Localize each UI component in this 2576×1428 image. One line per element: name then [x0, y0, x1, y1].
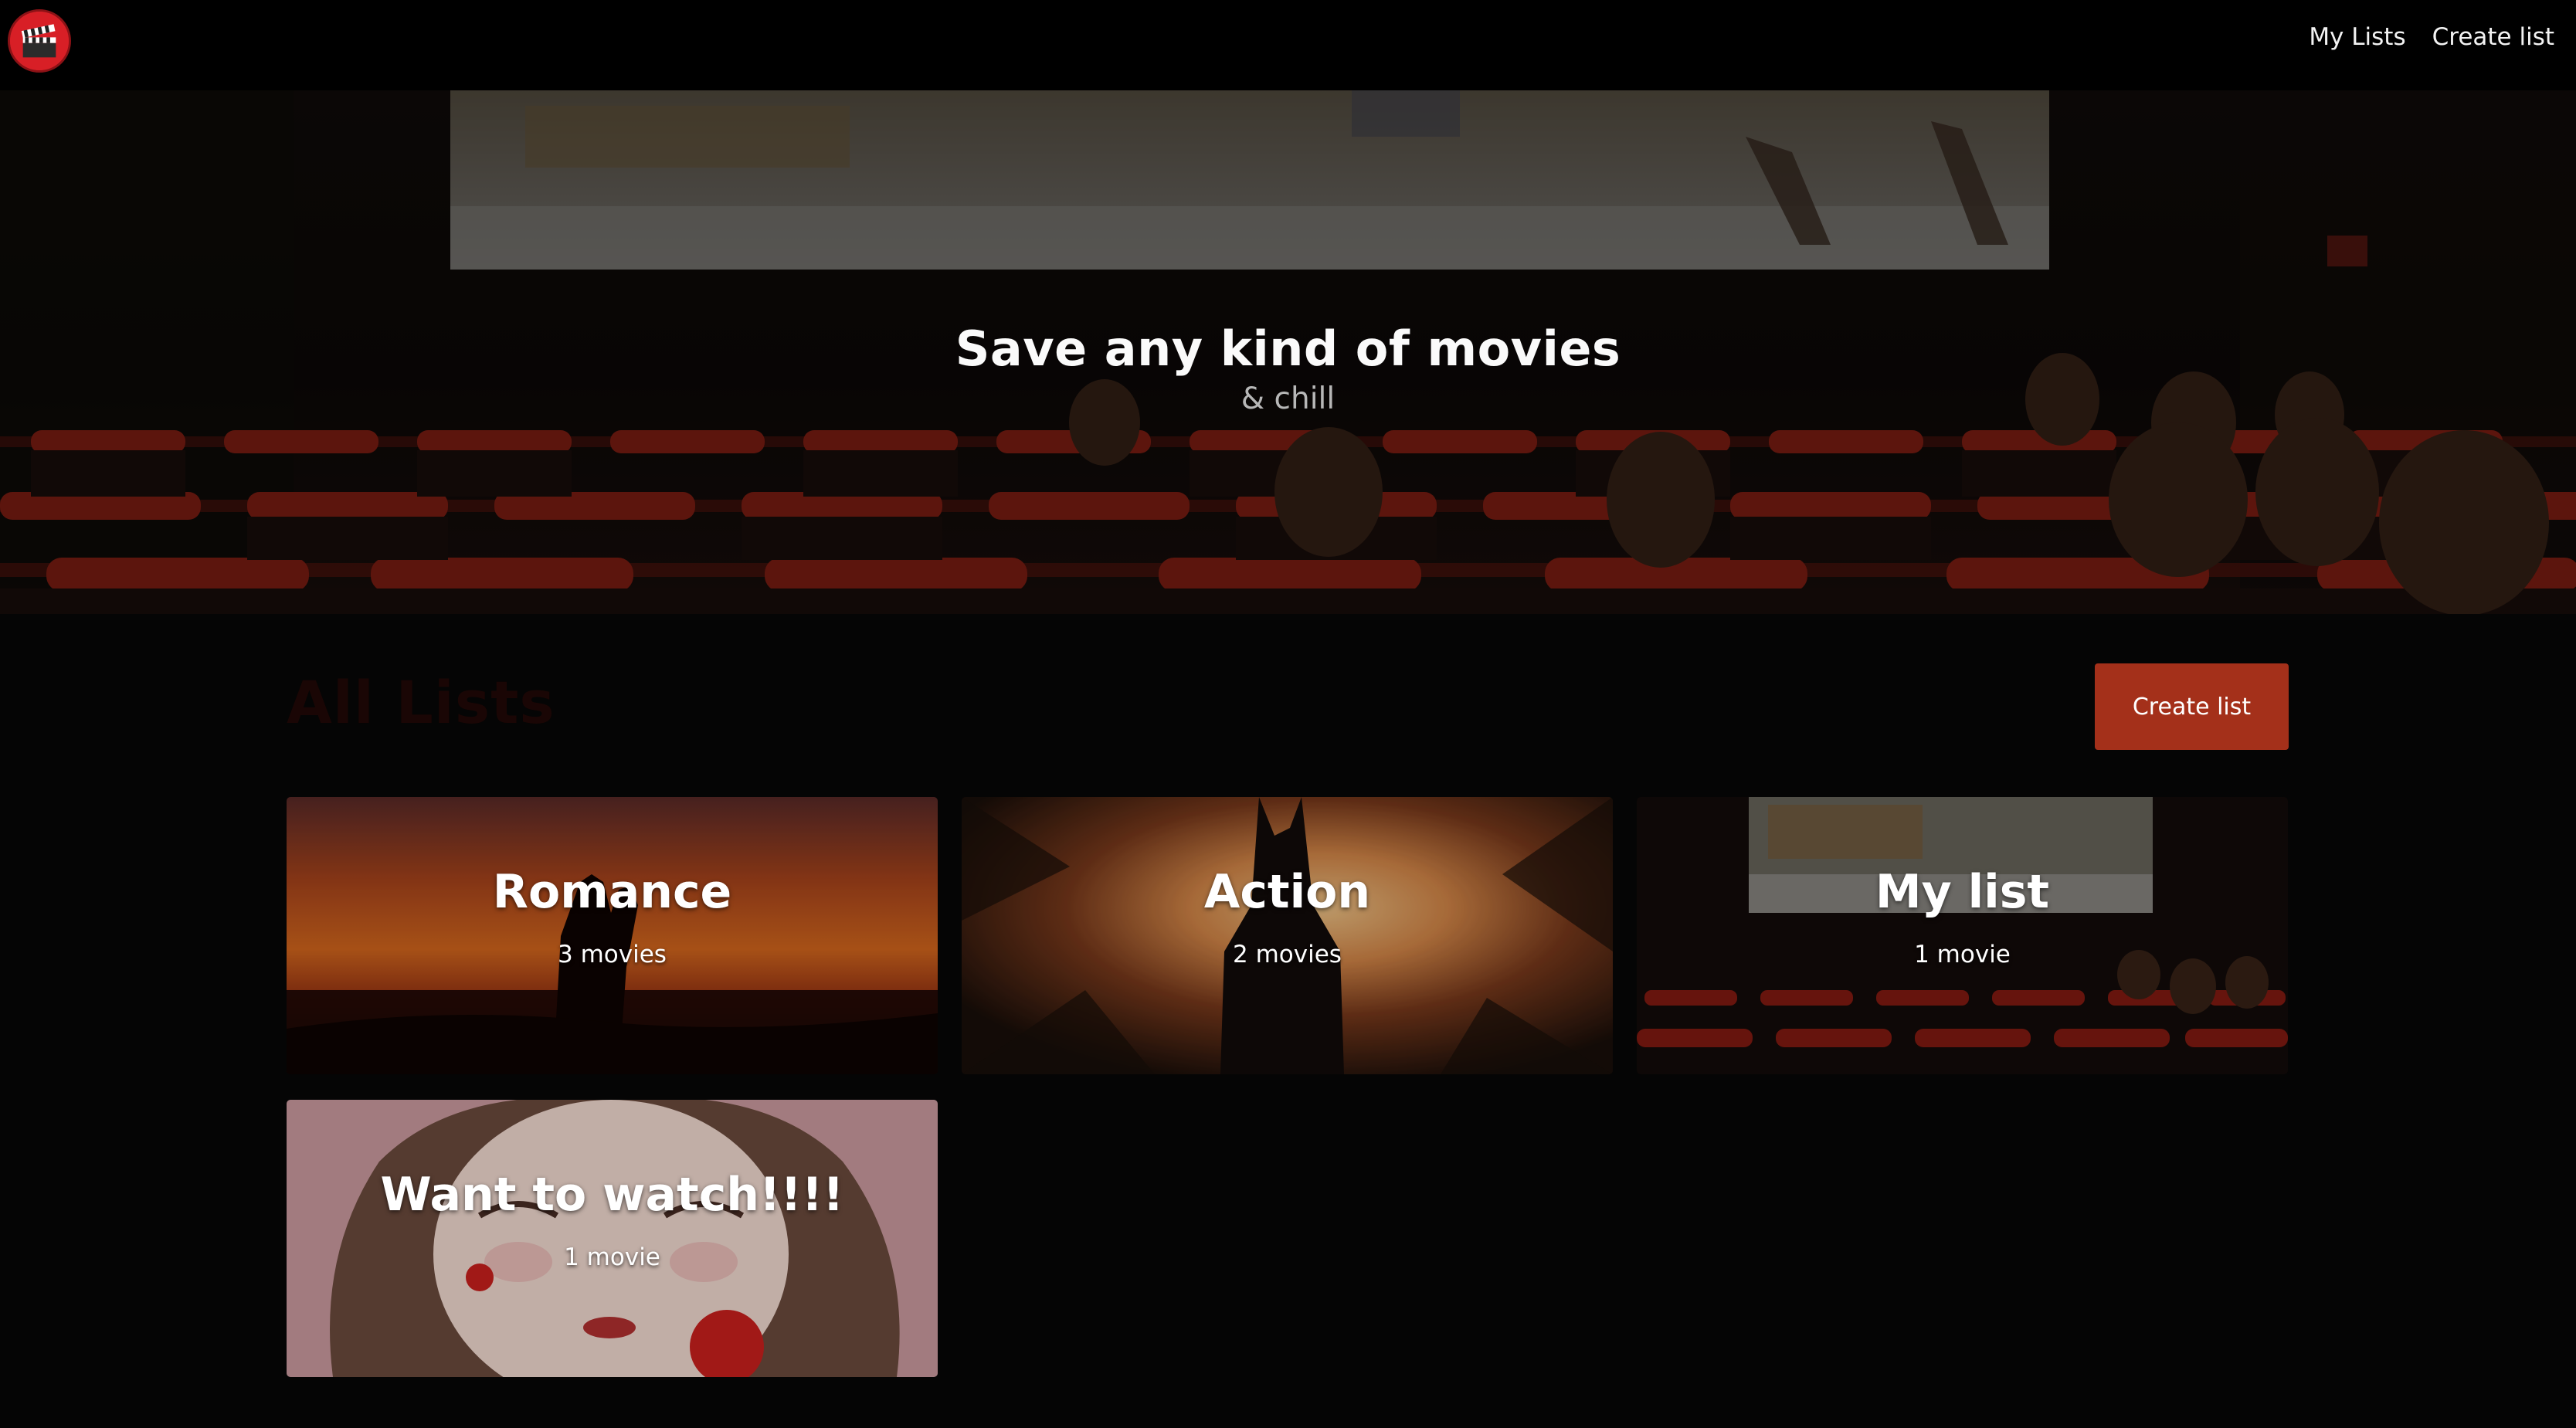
- list-card-title: Want to watch!!!!: [380, 1168, 844, 1222]
- section-title: All Lists: [287, 668, 555, 737]
- hero-text: Save any kind of movies & chill: [0, 321, 2576, 416]
- nav-my-lists-link[interactable]: My Lists: [2309, 23, 2405, 51]
- list-card-count: 2 movies: [1233, 941, 1342, 968]
- navbar: My Lists Create list: [0, 0, 2576, 90]
- list-card-want-to-watch[interactable]: Want to watch!!!! 1 movie: [287, 1100, 938, 1377]
- clapperboard-icon[interactable]: [8, 9, 71, 73]
- card-shade: [287, 797, 938, 1074]
- list-card-count: 3 movies: [558, 941, 667, 968]
- list-card-count: 1 movie: [1914, 941, 2011, 968]
- lists-grid: Romance 3 movies Action 2 movies My list…: [287, 797, 2289, 1377]
- hero-banner: Save any kind of movies & chill: [0, 90, 2576, 614]
- nav-links: My Lists Create list: [2309, 23, 2554, 51]
- list-card-title: My list: [1875, 865, 2050, 919]
- list-card-title: Action: [1203, 865, 1371, 919]
- card-shade: [287, 1100, 938, 1377]
- hero-subtitle: & chill: [1240, 382, 1336, 416]
- create-list-button[interactable]: Create list: [2095, 663, 2289, 750]
- list-card-title: Romance: [492, 865, 732, 919]
- list-card-count: 1 movie: [564, 1243, 660, 1271]
- list-card-romance[interactable]: Romance 3 movies: [287, 797, 938, 1074]
- card-shade: [962, 797, 1613, 1074]
- list-card-action[interactable]: Action 2 movies: [962, 797, 1613, 1074]
- hero-title: Save any kind of movies: [955, 321, 1621, 377]
- card-shade: [1637, 797, 2288, 1074]
- lists-section: All Lists Create list Romance 3 movies A…: [287, 614, 2289, 1428]
- nav-create-list-link[interactable]: Create list: [2432, 23, 2554, 51]
- list-card-my-list[interactable]: My list 1 movie: [1637, 797, 2288, 1074]
